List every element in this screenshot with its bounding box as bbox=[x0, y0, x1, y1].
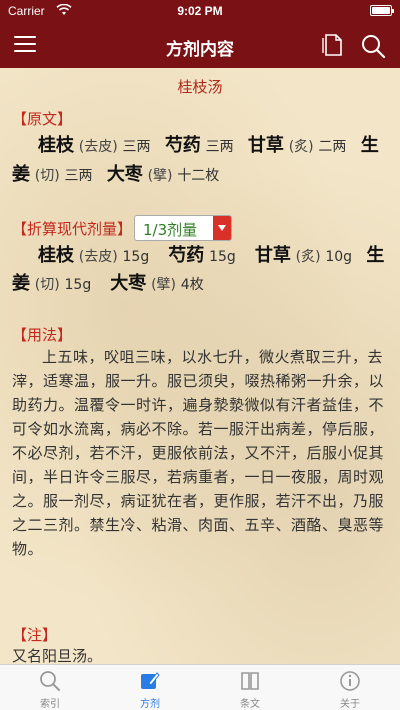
usage-header: 【用法】 bbox=[12, 326, 73, 344]
herb-name: 桂枝 bbox=[38, 135, 74, 156]
tab-about[interactable]: 关于 bbox=[300, 669, 400, 710]
status-time: 9:02 PM bbox=[177, 4, 223, 18]
search-icon bbox=[40, 671, 60, 691]
notes-text: 又名阳旦汤。 bbox=[12, 647, 103, 664]
herb-name: 生 bbox=[360, 135, 379, 156]
book-icon bbox=[241, 672, 259, 690]
dose-select[interactable]: 1/3剂量 bbox=[134, 215, 232, 241]
herb-name: 姜 bbox=[12, 273, 30, 294]
recipe-content[interactable]: 桂枝汤 【原文】 桂枝 (去皮) 三两 芍药 三两 甘草 (炙) 二两 生 姜 … bbox=[0, 68, 400, 664]
tab-formula[interactable]: 方剂 bbox=[100, 669, 200, 710]
herb-name: 芍药 bbox=[164, 135, 201, 156]
herb-name: 甘草 bbox=[247, 135, 284, 156]
status-bar: Carrier 9:02 PM bbox=[0, 0, 400, 22]
herb-name: 桂枝 bbox=[38, 245, 74, 266]
tab-articles[interactable]: 条文 bbox=[200, 669, 300, 710]
dose-select-value: 1/3剂量 bbox=[143, 221, 198, 239]
herb-name: 生 bbox=[366, 245, 385, 266]
modern-line-2: 姜 (切) 15g 大枣 (擘) 4枚 bbox=[12, 273, 204, 294]
modern-line-1: 桂枝 (去皮) 15g 芍药 15g 甘草 (炙) 10g 生 bbox=[38, 245, 385, 266]
herb-name: 大枣 bbox=[110, 273, 147, 294]
edit-icon bbox=[141, 672, 160, 689]
herb-name: 芍药 bbox=[168, 245, 205, 266]
original-header: 【原文】 bbox=[12, 110, 73, 128]
info-icon bbox=[340, 671, 360, 691]
notes-header: 【注】 bbox=[12, 626, 58, 644]
document-icon[interactable] bbox=[322, 33, 344, 57]
nav-bar: 方剂内容 bbox=[0, 22, 400, 68]
modern-dose-header: 【折算现代剂量】 bbox=[12, 220, 133, 238]
battery-icon bbox=[370, 5, 394, 16]
chevron-down-icon[interactable] bbox=[213, 216, 231, 240]
search-icon[interactable] bbox=[360, 33, 386, 59]
herb-name: 姜 bbox=[12, 164, 30, 185]
original-line-1: 桂枝 (去皮) 三两 芍药 三两 甘草 (炙) 二两 生 bbox=[38, 135, 379, 156]
herb-name: 大枣 bbox=[106, 164, 143, 185]
original-line-2: 姜 (切) 三两 大枣 (擘) 十二枚 bbox=[12, 164, 220, 185]
usage-text: 上五味，㕮咀三味，以水七升，微火煮取三升，去滓，适寒温，服一升。服已须臾，啜热稀… bbox=[12, 348, 385, 558]
tab-bar: 索引 方剂 条文 关于 bbox=[0, 664, 400, 710]
tab-index[interactable]: 索引 bbox=[0, 669, 100, 710]
recipe-title: 桂枝汤 bbox=[177, 78, 223, 96]
herb-name: 甘草 bbox=[254, 245, 291, 266]
